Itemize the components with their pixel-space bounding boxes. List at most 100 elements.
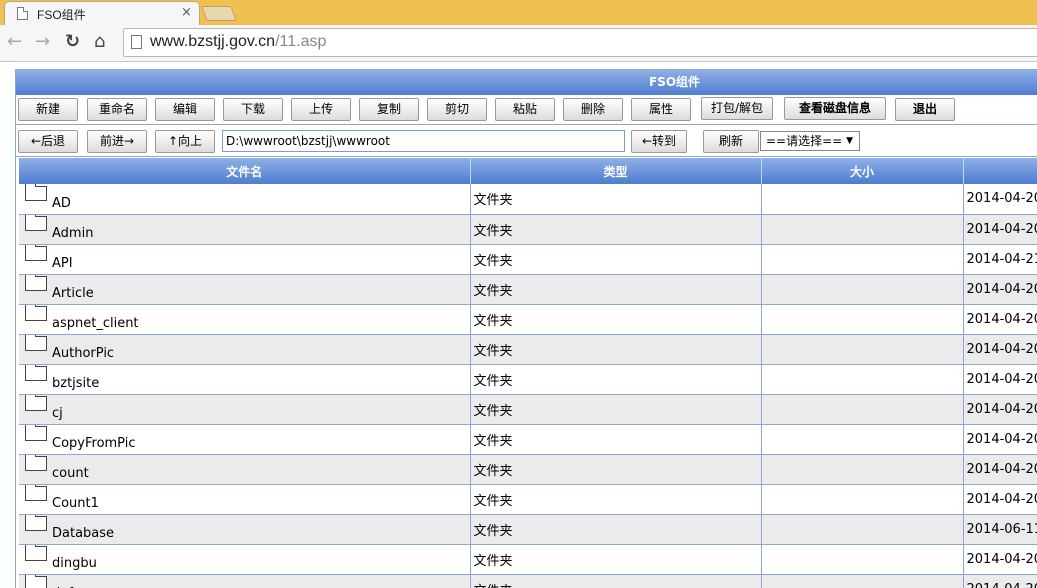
- select-value: ==请选择==: [766, 134, 843, 148]
- address-bar[interactable]: www.bzstjj.gov.cn/11.asp: [123, 28, 1037, 57]
- forward-button[interactable]: 前进→: [87, 130, 147, 153]
- file-type: 文件夹: [470, 214, 762, 245]
- file-type: 文件夹: [470, 364, 762, 395]
- file-name[interactable]: AD: [52, 196, 71, 211]
- table-row[interactable]: Article 文件夹 2014-04-20: [19, 274, 1037, 305]
- action-toolbar: 新建 重命名 编辑 下载 上传 复制 剪切 粘贴 删除 属性 打包/解包 查看磁…: [16, 95, 1037, 125]
- rename-button[interactable]: 重命名: [87, 98, 147, 121]
- file-size: [761, 214, 964, 245]
- browser-tab[interactable]: FSO组件 ×: [4, 1, 200, 25]
- file-name[interactable]: Admin: [52, 226, 93, 241]
- path-input[interactable]: D:\wwwroot\bzstjj\wwwroot: [222, 130, 625, 152]
- delete-button[interactable]: 删除: [563, 98, 623, 121]
- table-row[interactable]: Admin 文件夹 2014-04-20: [19, 214, 1037, 245]
- file-name[interactable]: cj: [52, 406, 63, 421]
- up-button[interactable]: ↑向上: [155, 130, 215, 153]
- download-button[interactable]: 下载: [223, 98, 283, 121]
- file-name[interactable]: Count1: [52, 496, 99, 511]
- file-date: 2014-04-20: [963, 454, 1037, 485]
- tab-title: FSO组件: [37, 8, 86, 22]
- file-type: 文件夹: [470, 574, 762, 588]
- file-name[interactable]: AuthorPic: [52, 346, 114, 361]
- file-size: [761, 274, 964, 305]
- table-row[interactable]: CopyFromPic 文件夹 2014-04-20: [19, 424, 1037, 455]
- file-table: 文件名 类型 大小 AD 文件夹 2014-04-20 Admin 文件夹 20…: [19, 158, 1037, 588]
- folder-icon: [25, 364, 47, 381]
- browser-toolbar: ← → ↻ ⌂ www.bzstjj.gov.cn/11.asp: [0, 25, 1037, 62]
- folder-icon: [25, 214, 47, 231]
- file-date: 2014-04-20: [963, 364, 1037, 395]
- upload-button[interactable]: 上传: [291, 98, 351, 121]
- file-type: 文件夹: [470, 544, 762, 575]
- table-row[interactable]: aspnet_client 文件夹 2014-04-20: [19, 304, 1037, 335]
- file-type: 文件夹: [470, 424, 762, 455]
- file-type: 文件夹: [470, 394, 762, 425]
- file-name[interactable]: API: [52, 256, 73, 271]
- goto-button[interactable]: ←转到: [631, 130, 687, 153]
- file-size: [761, 394, 964, 425]
- properties-button[interactable]: 属性: [631, 98, 691, 121]
- refresh-button[interactable]: 刷新: [703, 130, 759, 153]
- col-header-size[interactable]: 大小: [761, 158, 964, 184]
- file-type: 文件夹: [470, 184, 762, 215]
- col-header-date[interactable]: [963, 158, 1037, 184]
- col-header-type[interactable]: 类型: [470, 158, 762, 184]
- page-icon: [131, 35, 142, 49]
- file-size: [761, 514, 964, 545]
- file-type: 文件夹: [470, 334, 762, 365]
- file-name[interactable]: dingbu: [52, 556, 97, 571]
- file-type: 文件夹: [470, 244, 762, 275]
- table-row[interactable]: dingbu 文件夹 2014-04-20: [19, 544, 1037, 575]
- back-arrow-icon[interactable]: ←: [7, 31, 22, 52]
- file-date: 2014-04-20: [963, 214, 1037, 245]
- table-row[interactable]: dnf 文件夹 2014-04-20: [19, 574, 1037, 588]
- table-row[interactable]: Database 文件夹 2014-06-11: [19, 514, 1037, 545]
- table-row[interactable]: cj 文件夹 2014-04-20: [19, 394, 1037, 425]
- file-name[interactable]: bztjsite: [52, 376, 99, 391]
- forward-arrow-icon[interactable]: →: [35, 31, 50, 52]
- file-date: 2014-04-20: [963, 394, 1037, 425]
- exit-button[interactable]: 退出: [895, 98, 955, 121]
- close-tab-icon[interactable]: ×: [181, 5, 192, 20]
- table-row[interactable]: bztjsite 文件夹 2014-04-20: [19, 364, 1037, 395]
- file-date: 2014-04-20: [963, 544, 1037, 575]
- disk-info-button[interactable]: 查看磁盘信息: [784, 97, 886, 120]
- paste-button[interactable]: 粘贴: [495, 98, 555, 121]
- home-icon[interactable]: ⌂: [94, 31, 105, 52]
- file-name[interactable]: aspnet_client: [52, 316, 139, 331]
- file-name[interactable]: count: [52, 466, 89, 481]
- table-row[interactable]: AuthorPic 文件夹 2014-04-20: [19, 334, 1037, 365]
- col-header-filename[interactable]: 文件名: [19, 158, 471, 184]
- cut-button[interactable]: 剪切: [427, 98, 487, 121]
- folder-icon: [25, 334, 47, 351]
- fso-panel: FSO组件 新建 重命名 编辑 下载 上传 复制 剪切 粘贴 删除 属性 打包/…: [15, 69, 1037, 588]
- folder-icon: [25, 454, 47, 471]
- page-content: FSO组件 新建 重命名 编辑 下载 上传 复制 剪切 粘贴 删除 属性 打包/…: [0, 63, 1037, 588]
- file-date: 2014-04-20: [963, 484, 1037, 515]
- url-text: www.bzstjj.gov.cn/11.asp: [150, 33, 327, 50]
- new-tab-button[interactable]: [201, 6, 237, 21]
- pack-unpack-button[interactable]: 打包/解包: [701, 97, 773, 120]
- table-row[interactable]: AD 文件夹 2014-04-20: [19, 184, 1037, 215]
- file-date: 2014-04-21: [963, 244, 1037, 275]
- table-row[interactable]: count 文件夹 2014-04-20: [19, 454, 1037, 485]
- folder-icon: [25, 424, 47, 441]
- file-date: 2014-06-11: [963, 514, 1037, 545]
- page-icon: [17, 7, 28, 20]
- table-row[interactable]: API 文件夹 2014-04-21: [19, 244, 1037, 275]
- copy-button[interactable]: 复制: [359, 98, 419, 121]
- file-name[interactable]: Database: [52, 526, 114, 541]
- file-size: [761, 244, 964, 275]
- back-button[interactable]: ←后退: [18, 130, 78, 153]
- edit-button[interactable]: 编辑: [155, 98, 215, 121]
- file-name[interactable]: CopyFromPic: [52, 436, 136, 451]
- reload-icon[interactable]: ↻: [65, 31, 80, 52]
- file-date: 2014-04-20: [963, 304, 1037, 335]
- new-button[interactable]: 新建: [18, 98, 78, 121]
- file-size: [761, 304, 964, 335]
- file-name[interactable]: Article: [52, 286, 94, 301]
- file-type: 文件夹: [470, 454, 762, 485]
- table-row[interactable]: Count1 文件夹 2014-04-20: [19, 484, 1037, 515]
- location-select[interactable]: ==请选择== ▼: [760, 131, 860, 151]
- file-type: 文件夹: [470, 304, 762, 335]
